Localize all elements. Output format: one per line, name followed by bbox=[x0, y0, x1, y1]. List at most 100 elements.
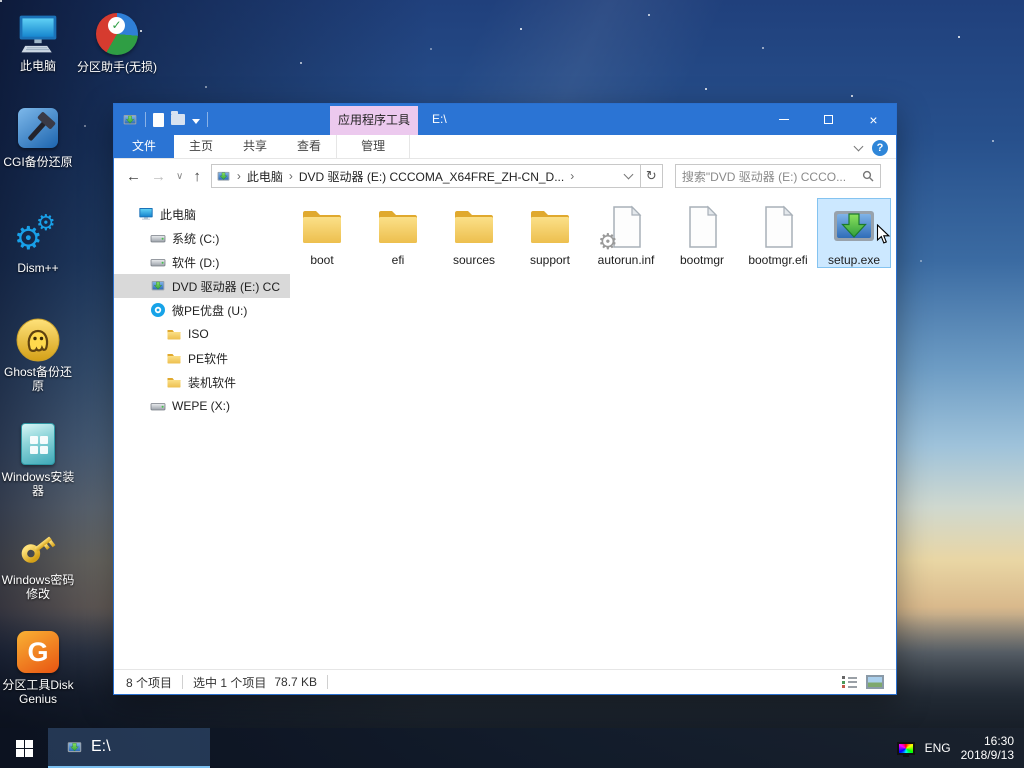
title-bar[interactable]: 应用程序工具 E:\ × bbox=[114, 104, 896, 135]
nav-item-label: 微PE优盘 (U:) bbox=[172, 302, 247, 319]
forward-icon[interactable]: → bbox=[151, 168, 166, 185]
start-button[interactable] bbox=[0, 728, 48, 768]
breadcrumb-current[interactable]: DVD 驱动器 (E:) CCCOMA_X64FRE_ZH-CN_D... bbox=[299, 168, 564, 185]
tab-manage[interactable]: 管理 bbox=[336, 135, 410, 158]
item-count: 8 个项目 bbox=[126, 674, 172, 691]
ribbon-tabs: 文件 主页 共享 查看 管理 bbox=[114, 135, 896, 159]
ribbon-controls: ? bbox=[855, 140, 888, 156]
file-item-efi[interactable]: efi bbox=[362, 199, 434, 267]
search-input[interactable]: 搜索"DVD 驱动器 (E:) CCCO... bbox=[675, 164, 881, 188]
nav-item-folder-zhuangji[interactable]: 装机软件 bbox=[114, 370, 290, 394]
file-label: setup.exe bbox=[818, 253, 890, 267]
desktop-icon-windows-installer[interactable]: Windows安装器 bbox=[0, 422, 78, 498]
recent-locations-icon[interactable]: ∨ bbox=[176, 171, 183, 182]
navigation-pane: 此电脑 系统 (C:) 软件 (D:) bbox=[114, 193, 290, 671]
file-item-bootmgr-efi[interactable]: bootmgr.efi bbox=[742, 199, 814, 267]
explorer-content: 此电脑 系统 (C:) 软件 (D:) bbox=[114, 193, 896, 671]
usb-disk-icon bbox=[150, 302, 166, 318]
desktop-icon-label: 分区助手(无损) bbox=[77, 60, 157, 74]
nav-item-dvd-drive-e[interactable]: DVD 驱动器 (E:) CC bbox=[114, 274, 290, 298]
address-bar[interactable]: › 此电脑 › DVD 驱动器 (E:) CCCOMA_X64FRE_ZH-CN… bbox=[211, 164, 641, 188]
large-icons-view-icon[interactable] bbox=[866, 675, 884, 689]
file-icon bbox=[678, 203, 726, 251]
cgi-backup-icon bbox=[16, 108, 60, 152]
windows-logo-icon bbox=[16, 740, 33, 757]
file-item-bootmgr[interactable]: bootmgr bbox=[666, 199, 738, 267]
taskbar-app-explorer[interactable]: E:\ bbox=[48, 728, 210, 768]
maximize-icon bbox=[824, 115, 833, 124]
dvd-setup-icon bbox=[150, 278, 166, 294]
address-dropdown-icon[interactable] bbox=[623, 170, 633, 180]
maximize-button[interactable] bbox=[806, 104, 851, 135]
file-label: sources bbox=[438, 253, 510, 267]
nav-item-folder-pe[interactable]: PE软件 bbox=[114, 346, 290, 370]
back-icon[interactable]: ← bbox=[126, 168, 141, 185]
breadcrumb-root[interactable]: 此电脑 bbox=[247, 168, 283, 185]
desktop-icon-label: Windows密码修改 bbox=[0, 573, 78, 601]
drive-icon bbox=[150, 230, 166, 246]
nav-item-usb-u[interactable]: 微PE优盘 (U:) bbox=[114, 298, 290, 322]
desktop-icon-this-pc[interactable]: 此电脑 bbox=[0, 12, 78, 73]
setup-exe-icon bbox=[830, 203, 878, 251]
nav-item-label: 此电脑 bbox=[160, 206, 196, 223]
mouse-cursor bbox=[876, 224, 891, 250]
desktop-icon-label: CGI备份还原 bbox=[0, 155, 78, 169]
desktop-icon-dism[interactable]: ⚙⚙ Dism++ bbox=[0, 214, 78, 275]
clock[interactable]: 16:30 2018/9/13 bbox=[961, 734, 1014, 762]
file-item-sources[interactable]: sources bbox=[438, 199, 510, 267]
desktop-icon-label: Ghost备份还原 bbox=[0, 365, 78, 393]
file-item-support[interactable]: support bbox=[514, 199, 586, 267]
nav-item-folder-iso[interactable]: ISO bbox=[114, 322, 290, 346]
taskbar: E:\ ENG 16:30 2018/9/13 bbox=[0, 728, 1024, 768]
new-folder-icon[interactable] bbox=[171, 114, 185, 125]
file-item-boot[interactable]: boot bbox=[286, 199, 358, 267]
desktop-icon-diskgenius[interactable]: G 分区工具DiskGenius bbox=[0, 630, 78, 706]
desktop-icon-label: 分区工具DiskGenius bbox=[0, 678, 78, 706]
help-icon[interactable]: ? bbox=[872, 140, 888, 156]
nav-item-drive-d[interactable]: 软件 (D:) bbox=[114, 250, 290, 274]
nav-item-drive-x[interactable]: WEPE (X:) bbox=[114, 394, 290, 418]
view-switcher bbox=[842, 675, 884, 689]
history-navigation: ← → ∨ ↑ bbox=[114, 168, 211, 185]
desktop-icon-partition-assistant[interactable]: ✓ 分区助手(无损) bbox=[77, 12, 157, 74]
computer-icon bbox=[138, 206, 154, 222]
location-setup-icon bbox=[216, 169, 231, 184]
display-tray-icon[interactable] bbox=[897, 742, 915, 755]
customize-qat-icon[interactable] bbox=[192, 119, 200, 124]
tab-file[interactable]: 文件 bbox=[114, 135, 174, 158]
tab-home[interactable]: 主页 bbox=[174, 135, 228, 158]
details-view-icon[interactable] bbox=[842, 675, 858, 689]
tab-share[interactable]: 共享 bbox=[228, 135, 282, 158]
tab-view[interactable]: 查看 bbox=[282, 135, 336, 158]
folder-icon bbox=[166, 326, 182, 342]
file-label: autorun.inf bbox=[590, 253, 662, 267]
nav-item-label: WEPE (X:) bbox=[172, 399, 230, 413]
system-tray: ENG 16:30 2018/9/13 bbox=[897, 728, 1024, 768]
nav-item-this-pc[interactable]: 此电脑 bbox=[114, 202, 290, 226]
nav-item-drive-c[interactable]: 系统 (C:) bbox=[114, 226, 290, 250]
file-label: support bbox=[514, 253, 586, 267]
close-button[interactable]: × bbox=[851, 104, 896, 135]
up-icon[interactable]: ↑ bbox=[193, 168, 201, 185]
search-icon bbox=[862, 170, 874, 182]
minimize-button[interactable] bbox=[761, 104, 806, 135]
file-item-autorun[interactable]: ⚙ autorun.inf bbox=[590, 199, 662, 267]
refresh-button[interactable]: ↻ bbox=[641, 164, 663, 188]
desktop-icon-label: Dism++ bbox=[0, 261, 78, 275]
nav-item-label: 系统 (C:) bbox=[172, 230, 219, 247]
nav-item-label: 装机软件 bbox=[188, 374, 236, 391]
desktop-icon-label: 此电脑 bbox=[0, 59, 78, 73]
folder-icon bbox=[166, 350, 182, 366]
ribbon-collapse-icon[interactable] bbox=[854, 142, 864, 152]
properties-icon[interactable] bbox=[153, 113, 164, 127]
taskbar-setup-icon bbox=[66, 739, 83, 756]
desktop-icon-cgi-backup[interactable]: CGI备份还原 bbox=[0, 106, 78, 169]
ghost-icon bbox=[16, 318, 60, 362]
language-indicator[interactable]: ENG bbox=[925, 741, 951, 755]
search-placeholder: 搜索"DVD 驱动器 (E:) CCCO... bbox=[682, 168, 862, 185]
breadcrumb-chevron: › bbox=[235, 169, 243, 183]
quick-access-toolbar bbox=[122, 104, 208, 135]
desktop-icon-ghost-backup[interactable]: Ghost备份还原 bbox=[0, 318, 78, 393]
installer-box-icon bbox=[16, 423, 60, 467]
desktop-icon-windows-password[interactable]: Windows密码修改 bbox=[0, 526, 78, 601]
